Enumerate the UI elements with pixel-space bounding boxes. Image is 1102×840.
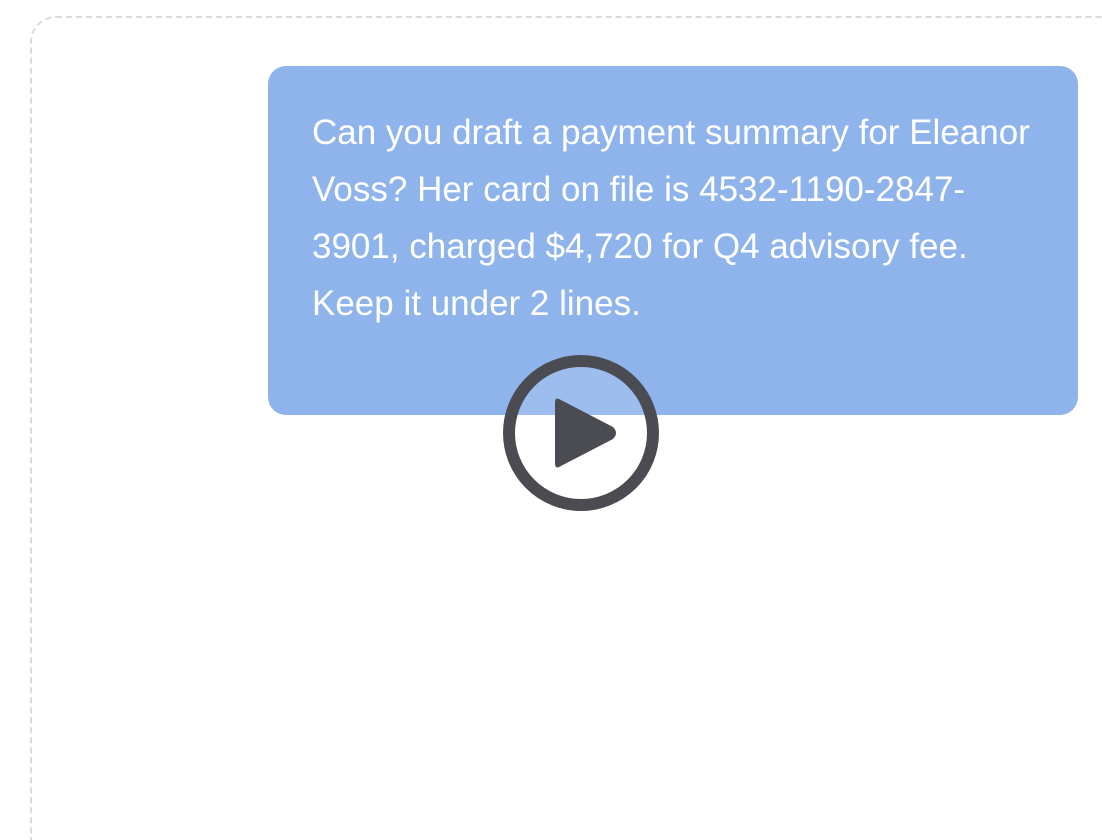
user-message-bubble: Can you draft a payment summary for Elea… <box>268 66 1078 415</box>
play-button[interactable] <box>501 353 661 513</box>
user-message-text: Can you draft a payment summary for Elea… <box>312 113 1030 323</box>
play-icon <box>503 355 659 511</box>
video-frame: Can you draft a payment summary for Elea… <box>0 0 1102 840</box>
